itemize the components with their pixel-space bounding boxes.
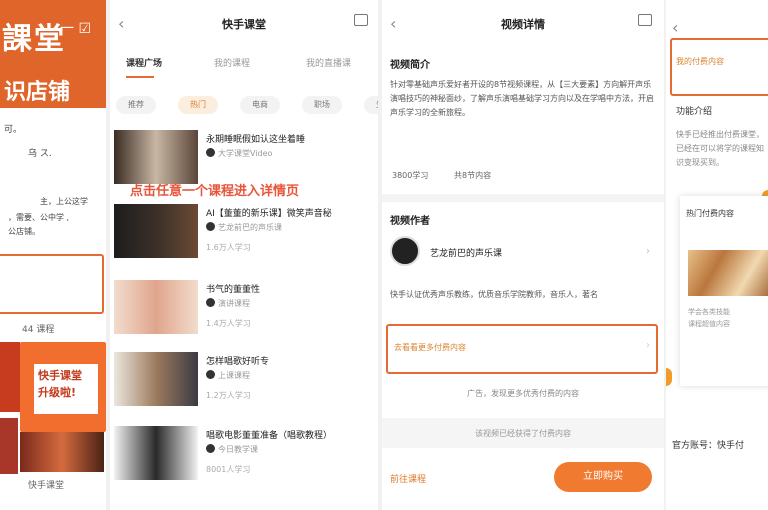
chevron-right-icon[interactable]: › <box>646 246 650 257</box>
official-account-label: 官方账号：快手付 <box>672 441 745 451</box>
learner-count: 1.2万人学习 <box>206 391 251 400</box>
course-title: 唱歌电影董董准备（唱歌教程） <box>206 431 333 441</box>
course-author: 演讲课程 <box>206 298 376 309</box>
more-paid-content-link[interactable]: 去看看更多付费内容 <box>394 342 466 353</box>
chip-life[interactable]: 生活 <box>364 96 378 114</box>
back-arrow-icon[interactable]: ‹ <box>672 18 678 37</box>
course-count: 44 课程 <box>22 325 55 335</box>
instruction-overlay: 点击任意一个课程进入详情页 <box>130 184 300 199</box>
list-item[interactable]: 怎样唱歌好听专 上课课程 1.2万人学习 <box>110 352 378 420</box>
tab-course-plaza[interactable]: 课程广场 <box>126 56 162 69</box>
intro-body: 针对零基础声乐爱好者开设的8节视频课程，从【三大要素】方向解开声乐演唱技巧的神秘… <box>390 80 654 117</box>
promo-banner[interactable]: 快手课堂 升级啦! <box>20 342 106 432</box>
share-icon[interactable] <box>354 14 368 26</box>
body-text: 可。 <box>4 125 23 135</box>
active-tab-indicator <box>126 76 154 78</box>
learner-count: 1.6万人学习 <box>206 243 251 252</box>
course-author: 大学课堂Video <box>206 148 376 159</box>
highlight-outline[interactable] <box>0 254 104 314</box>
panel-video-detail: ‹ 视频详情 视频简介 针对零基础声乐爱好者开设的8节视频课程，从【三大要素】方… <box>382 0 664 510</box>
course-thumbnail <box>114 130 198 184</box>
tab-live-courses[interactable]: 我的直播课 <box>306 56 351 69</box>
info-bar-text: 该视频已经获得了付费内容 <box>475 429 571 438</box>
chip-recommend[interactable]: 推荐 <box>116 96 156 114</box>
body-text: 乌 ス. <box>28 149 52 159</box>
nav-header: ‹ 快手课堂 <box>110 0 378 44</box>
chevron-right-icon[interactable]: › <box>646 340 650 351</box>
lesson-count: 共8节内容 <box>454 171 492 180</box>
share-icon[interactable] <box>638 14 652 26</box>
body-text: ，需要、公中学 , <box>8 213 70 222</box>
banner-subtitle: 识店铺 <box>4 80 71 105</box>
section-divider <box>382 194 664 202</box>
list-item[interactable]: AI【董董的新乐课】微笑声音秘 艺龙前巴的声乐课 1.6万人学习 <box>110 204 378 272</box>
video-thumb[interactable] <box>0 418 18 474</box>
course-author: 艺龙前巴的声乐课 <box>206 222 376 233</box>
body-text: 主，上公这学 <box>40 197 88 206</box>
paid-content-link[interactable]: 我的付费内容 <box>676 56 724 67</box>
course-thumbnail <box>114 426 198 480</box>
go-course-link[interactable]: 前往课程 <box>390 472 426 485</box>
course-title: AI【董董的新乐课】微笑声音秘 <box>206 209 332 219</box>
chip-hot[interactable]: 热门 <box>178 96 218 114</box>
course-title: 怎样唱歌好听专 <box>206 357 270 367</box>
list-item[interactable]: 书气的董董性 演讲课程 1.4万人学习 <box>110 280 378 348</box>
side-tab <box>666 368 672 386</box>
author-description: 快手认证优秀声乐教练，优质音乐学院教师，音乐人，著名 <box>390 290 598 299</box>
tab-my-courses[interactable]: 我的课程 <box>214 56 250 69</box>
buy-button[interactable]: 立即购买 <box>554 462 652 492</box>
author-name[interactable]: 艺龙前巴的声乐课 <box>430 246 502 259</box>
feature-heading: 功能介绍 <box>676 107 713 117</box>
panel-course-list: ‹ 快手课堂 课程广场 我的课程 我的直播课 推荐 热门 电商 职场 生活 永期… <box>110 0 378 510</box>
feature-description: 快手已经推出付费课堂，已经在可以将学的课程知识变现买到。 <box>676 130 764 167</box>
footer-text: 快手课堂 <box>28 481 65 491</box>
card-title: 热门付费内容 <box>686 209 734 218</box>
orange-banner: 課堂 一 ☑ 识店铺 <box>0 0 106 108</box>
top-action-icons[interactable]: 一 ☑ <box>60 18 91 38</box>
learner-count: 8001人学习 <box>206 465 251 474</box>
course-thumbnail <box>114 204 198 258</box>
promo-text: 快手课堂 升级啦! <box>34 364 98 414</box>
video-thumb[interactable] <box>20 432 104 472</box>
author-heading: 视频作者 <box>390 216 430 227</box>
course-title: 永期睡眠假如认这坐着睡 <box>206 135 306 145</box>
list-item[interactable]: 唱歌电影董董准备（唱歌教程） 今日教学课 8001人学习 <box>110 426 378 494</box>
course-title: 书气的董董性 <box>206 285 261 295</box>
banner-title: 課堂 <box>2 22 66 57</box>
panel-course-shop: 課堂 一 ☑ 识店铺 可。 乌 ス. 主，上公这学 ，需要、公中学 , 公店铺。… <box>0 0 106 510</box>
panel-paid-content: ‹ 我的付费内容 功能介绍 快手已经推出付费课堂，已经在可以将学的课程知识变现买… <box>666 0 768 510</box>
intro-heading: 视频简介 <box>390 60 430 71</box>
chip-ecommerce[interactable]: 电商 <box>240 96 280 114</box>
category-chips: 推荐 热门 电商 职场 生活 <box>110 96 378 116</box>
course-thumbnail <box>114 280 198 334</box>
learner-count: 1.4万人学习 <box>206 319 251 328</box>
course-author: 上课课程 <box>206 370 376 381</box>
chip-career[interactable]: 职场 <box>302 96 342 114</box>
card-image <box>688 250 768 296</box>
page-title: 快手课堂 <box>222 18 266 31</box>
page-title: 视频详情 <box>501 18 545 31</box>
body-text: 公店铺。 <box>8 227 40 236</box>
study-count: 3800学习 <box>392 171 429 180</box>
card-text: 学会各类技能 课程超值内容 <box>688 308 730 328</box>
promo-thumb[interactable] <box>0 342 20 412</box>
ad-hint: 广告，发现更多优秀付费的内容 <box>467 389 579 398</box>
course-thumbnail <box>114 352 198 406</box>
highlight-outline[interactable] <box>670 38 768 96</box>
avatar[interactable] <box>390 236 420 266</box>
course-author: 今日教学课 <box>206 444 376 455</box>
